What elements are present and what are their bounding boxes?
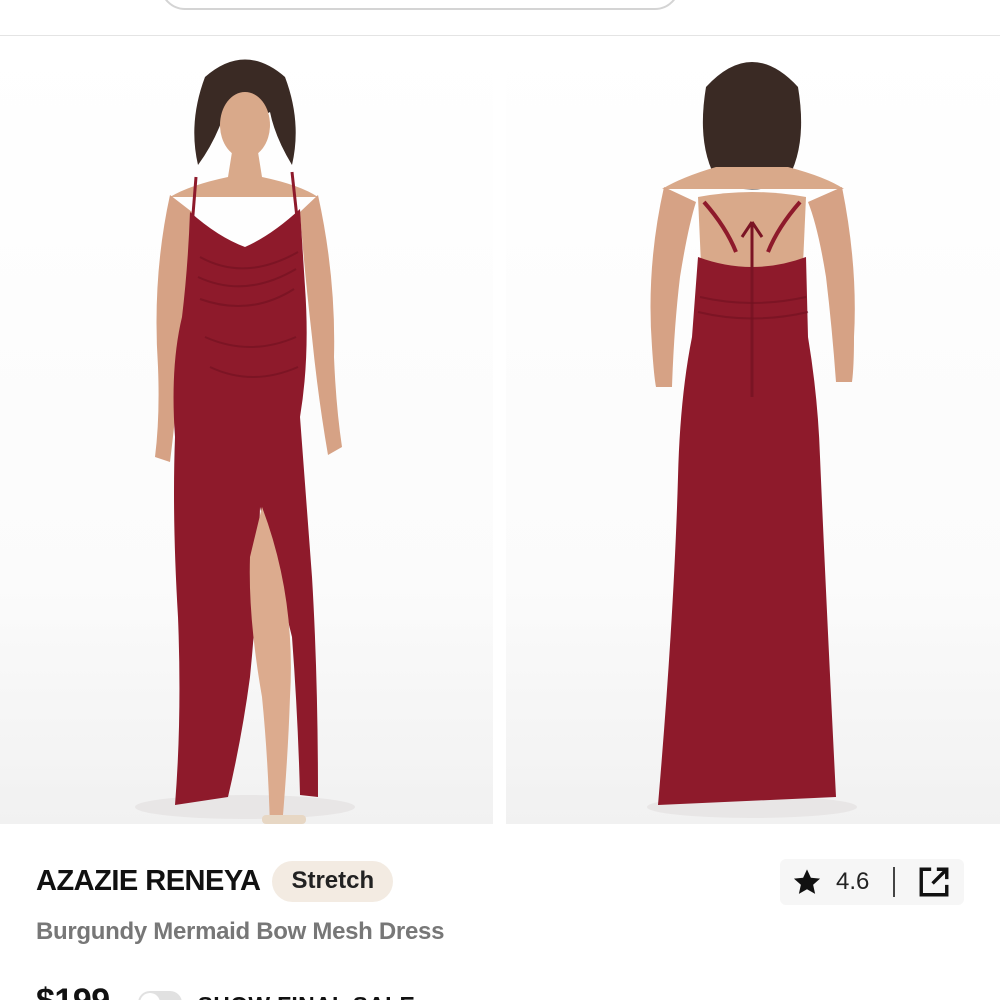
share-button[interactable] [916, 864, 952, 900]
share-external-icon [919, 867, 949, 897]
search-bar[interactable] [160, 0, 680, 10]
product-title: Burgundy Mermaid Bow Mesh Dress [36, 918, 445, 945]
brand-row: AZAZIE RENEYA Stretch [36, 860, 394, 902]
header-divider [0, 35, 1000, 36]
stretch-tag: Stretch [272, 860, 394, 902]
product-actions: 4.6 [780, 859, 964, 905]
star-icon [793, 869, 821, 894]
final-sale-label: SHOW FINAL SALE [198, 992, 415, 1000]
price-row: $199 SHOW FINAL SALE [36, 982, 415, 1000]
rating-value: 4.6 [836, 868, 870, 895]
model-back-illustration [647, 62, 857, 818]
product-image-back[interactable] [506, 37, 1000, 824]
actions-divider [893, 867, 896, 897]
model-front-illustration [135, 59, 355, 824]
rating-button[interactable]: 4.6 [780, 859, 869, 905]
brand-name[interactable]: AZAZIE RENEYA [36, 865, 261, 898]
product-image-front[interactable] [0, 37, 493, 824]
toggle-knob [139, 993, 160, 1000]
final-sale-toggle[interactable] [137, 991, 182, 1000]
product-price: $199 [36, 982, 110, 1000]
product-gallery[interactable] [0, 37, 1000, 824]
